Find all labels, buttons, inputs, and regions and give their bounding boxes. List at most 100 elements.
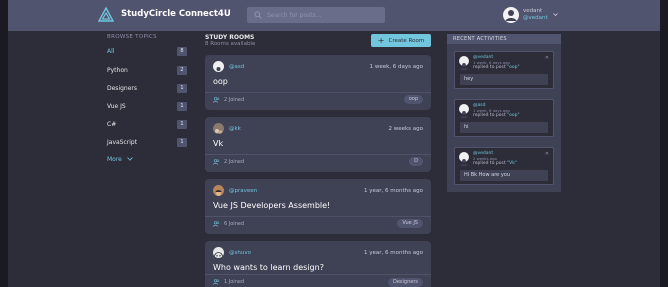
room-joined: 1 Joined (213, 279, 244, 285)
activity-action: replied to post (473, 65, 506, 70)
topic-label: Designers (107, 85, 137, 92)
room-topic-tag[interactable]: D (409, 157, 423, 166)
activity-message: Hi Bk How are you (460, 170, 548, 181)
room-host[interactable]: @kk (229, 126, 241, 132)
host-avatar[interactable] (213, 247, 224, 258)
joined-count: 2 Joined (224, 97, 245, 103)
activity-item[interactable]: @vedant 2 weeks ago replied to post "Vk"… (454, 147, 554, 185)
activity-text: replied to post "oop" (473, 65, 520, 70)
room-joined: 2 Joined (213, 97, 244, 103)
topic-label: Vue JS (107, 103, 126, 110)
activity-item[interactable]: @asd 1 week, 6 days ago replied to post … (454, 99, 554, 137)
topic-item-javascript[interactable]: JavaScript 1 (107, 138, 189, 148)
chevron-down-icon (127, 157, 133, 161)
topic-item-vue-js[interactable]: Vue JS 1 (107, 102, 189, 112)
host-avatar[interactable] (213, 123, 224, 134)
room-name[interactable]: Who wants to learn design? (213, 263, 324, 272)
user-photo-icon (214, 252, 223, 258)
user-photo-icon (215, 190, 222, 196)
room-name[interactable]: oop (213, 77, 228, 86)
activity-post-link[interactable]: "oop" (507, 113, 520, 118)
room-host[interactable]: @praveen (229, 188, 257, 194)
sidebar-title: BROWSE TOPICS (107, 34, 157, 40)
users-icon (213, 221, 220, 227)
activity-post-link[interactable]: "Vk" (507, 161, 517, 166)
topic-label: JavaScript (107, 139, 138, 146)
topic-item-python[interactable]: Python 2 (107, 66, 189, 76)
activity-item[interactable]: @vedant 1 week, 6 days ago replied to po… (454, 51, 554, 89)
topic-count: 8 (177, 47, 187, 56)
room-card[interactable]: @shuvo 1 year, 6 months ago Who wants to… (205, 241, 431, 287)
activity-action: replied to post (473, 161, 506, 166)
divider (205, 274, 431, 275)
topic-item-csharp[interactable]: C# 1 (107, 120, 189, 130)
joined-count: 6 Joined (224, 221, 245, 227)
create-room-button[interactable]: + Create Room (371, 34, 431, 47)
user-icon (216, 67, 221, 71)
room-card[interactable]: @praveen 1 year, 6 months ago Vue JS Dev… (205, 179, 431, 234)
plus-icon: + (377, 36, 385, 45)
room-time: 1 year, 6 months ago (364, 188, 423, 194)
activity-text: replied to post "oop" (473, 113, 520, 118)
topic-count: 1 (177, 138, 187, 147)
activity-avatar[interactable] (459, 56, 469, 70)
room-topic-tag[interactable]: Vue JS (397, 219, 423, 228)
room-joined: 6 Joined (213, 221, 244, 227)
joined-count: 1 Joined (224, 279, 245, 285)
activity-post-link[interactable]: "oop" (507, 65, 520, 70)
user-icon (460, 63, 468, 70)
room-card[interactable]: @asd 1 week, 6 days ago oop 2 Joined oop (205, 55, 431, 110)
activity-avatar[interactable] (459, 104, 469, 118)
logo-icon[interactable] (98, 7, 114, 23)
topic-count: 1 (177, 120, 187, 129)
topic-item-designers[interactable]: Designers 1 (107, 84, 189, 94)
host-avatar[interactable] (213, 185, 224, 196)
search-input[interactable]: Search for posts... (247, 7, 385, 23)
brand-name[interactable]: StudyCircle Connect4U (121, 9, 231, 19)
divider (205, 154, 431, 155)
room-joined: 2 Joined (213, 159, 244, 165)
user-avatar-icon (505, 10, 517, 21)
room-host[interactable]: @shuvo (229, 250, 251, 256)
room-topic-tag[interactable]: Designers (388, 278, 423, 287)
room-time: 2 weeks ago (388, 126, 423, 132)
topic-count: 1 (177, 102, 187, 111)
topic-label: C# (107, 121, 117, 128)
user-icon (460, 159, 468, 166)
room-card[interactable]: @kk 2 weeks ago Vk 2 Joined D (205, 117, 431, 172)
host-avatar[interactable] (213, 61, 224, 72)
user-photo-icon (215, 129, 223, 134)
topic-label: All (107, 48, 115, 55)
more-topics-button[interactable]: More (107, 156, 133, 163)
activity-message: hi (460, 122, 548, 133)
joined-count: 2 Joined (224, 159, 245, 165)
users-icon (213, 279, 220, 285)
room-topic-tag[interactable]: oop (403, 95, 423, 104)
chevron-down-icon[interactable] (553, 12, 558, 17)
rooms-count: 8 Rooms available (205, 41, 256, 47)
user-handle[interactable]: @vedant (523, 15, 548, 21)
close-icon[interactable]: ✕ (545, 55, 549, 61)
create-room-label: Create Room (388, 37, 425, 44)
room-time: 1 week, 6 days ago (369, 64, 423, 70)
topic-item-all[interactable]: All 8 (107, 47, 189, 57)
room-name[interactable]: Vk (213, 139, 223, 148)
topic-count: 2 (177, 66, 187, 75)
divider (205, 92, 431, 93)
search-icon (254, 11, 262, 19)
activities-title: RECENT ACTIVITIES (447, 34, 561, 44)
user-avatar[interactable] (503, 7, 519, 23)
recent-activities-panel: RECENT ACTIVITIES @vedant 1 week, 6 days… (447, 34, 561, 192)
user-name[interactable]: vedant (523, 8, 542, 14)
room-name[interactable]: Vue JS Developers Assemble! (213, 201, 330, 210)
topic-label: Python (107, 67, 128, 74)
activity-avatar[interactable] (459, 152, 469, 166)
activity-text: replied to post "Vk" (473, 161, 517, 166)
users-icon (213, 159, 220, 165)
room-time: 1 year, 6 months ago (364, 250, 423, 256)
room-host[interactable]: @asd (229, 64, 244, 70)
close-icon[interactable]: ✕ (545, 151, 549, 157)
activity-message: hey (460, 74, 548, 85)
activity-action: replied to post (473, 113, 506, 118)
topic-count: 1 (177, 84, 187, 93)
